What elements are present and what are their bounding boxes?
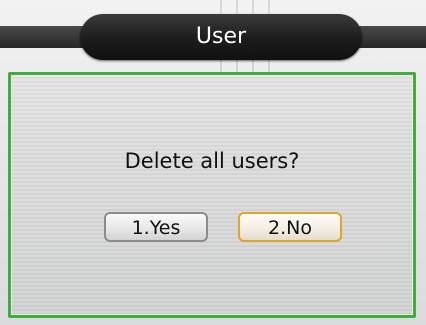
confirm-dialog: Delete all users? 1.Yes 2.No bbox=[8, 72, 416, 318]
no-button[interactable]: 2.No bbox=[238, 212, 342, 242]
page-title: User bbox=[195, 24, 247, 49]
title-bar: User bbox=[0, 14, 426, 60]
dialog-message: Delete all users? bbox=[124, 149, 300, 173]
yes-button[interactable]: 1.Yes bbox=[104, 212, 208, 242]
